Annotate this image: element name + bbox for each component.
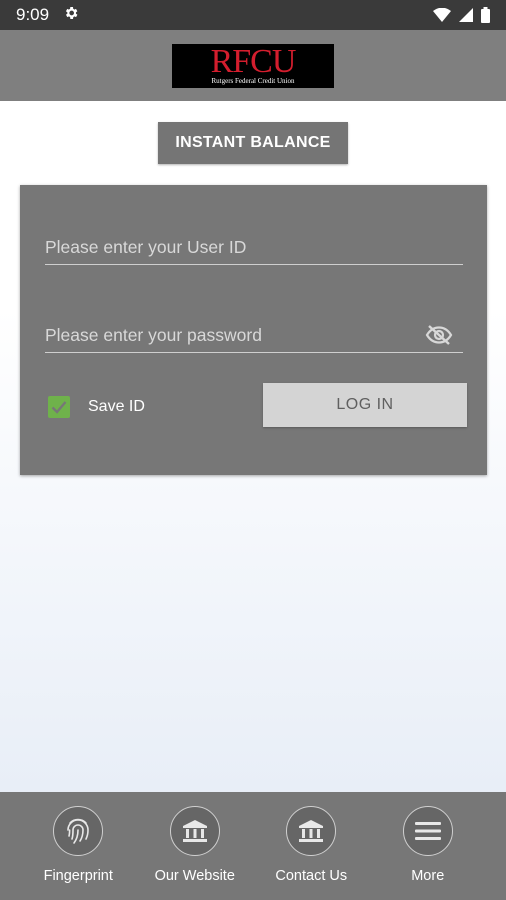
nav-our-website[interactable]: Our Website bbox=[140, 792, 250, 900]
nav-more-label: More bbox=[411, 868, 445, 884]
login-button[interactable]: LOG IN bbox=[263, 383, 467, 427]
logo-subtext: Rutgers Federal Credit Union bbox=[211, 77, 295, 85]
app-header: RFCU Rutgers Federal Credit Union bbox=[0, 30, 506, 101]
bank-icon bbox=[286, 806, 337, 856]
status-bar: 9:09 bbox=[0, 0, 506, 30]
nav-our-website-label: Our Website bbox=[154, 868, 235, 884]
save-id-label: Save ID bbox=[88, 398, 145, 415]
password-placeholder: Please enter your password bbox=[45, 325, 262, 345]
nav-fingerprint[interactable]: Fingerprint bbox=[23, 792, 133, 900]
checkmark-icon bbox=[51, 401, 67, 414]
bottom-nav: Fingerprint Our Website Contact Us More bbox=[0, 792, 506, 900]
main-content: INSTANT BALANCE Please enter your User I… bbox=[0, 101, 506, 792]
rfcu-logo: RFCU Rutgers Federal Credit Union bbox=[172, 44, 334, 88]
wifi-icon bbox=[433, 8, 451, 22]
nav-fingerprint-label: Fingerprint bbox=[43, 868, 113, 884]
fingerprint-icon bbox=[53, 806, 104, 856]
userid-field[interactable]: Please enter your User ID bbox=[45, 225, 463, 265]
bank-icon bbox=[169, 806, 220, 856]
nav-contact-us-label: Contact Us bbox=[275, 868, 348, 884]
userid-placeholder: Please enter your User ID bbox=[45, 237, 247, 257]
nav-contact-us[interactable]: Contact Us bbox=[256, 792, 366, 900]
password-visibility-off-icon[interactable] bbox=[425, 324, 453, 346]
signal-icon bbox=[459, 8, 473, 22]
nav-more[interactable]: More bbox=[373, 792, 483, 900]
status-time: 9:09 bbox=[16, 5, 50, 24]
battery-icon bbox=[481, 7, 490, 23]
login-card: Please enter your User ID Please enter y… bbox=[20, 185, 487, 475]
settings-gear-icon bbox=[63, 5, 79, 26]
logo-mark: RFCU bbox=[210, 43, 297, 80]
menu-icon bbox=[402, 806, 453, 856]
status-icons bbox=[433, 7, 490, 23]
instant-balance-button[interactable]: INSTANT BALANCE bbox=[158, 122, 348, 164]
password-field[interactable]: Please enter your password bbox=[45, 313, 463, 353]
save-id-checkbox[interactable] bbox=[48, 396, 70, 418]
